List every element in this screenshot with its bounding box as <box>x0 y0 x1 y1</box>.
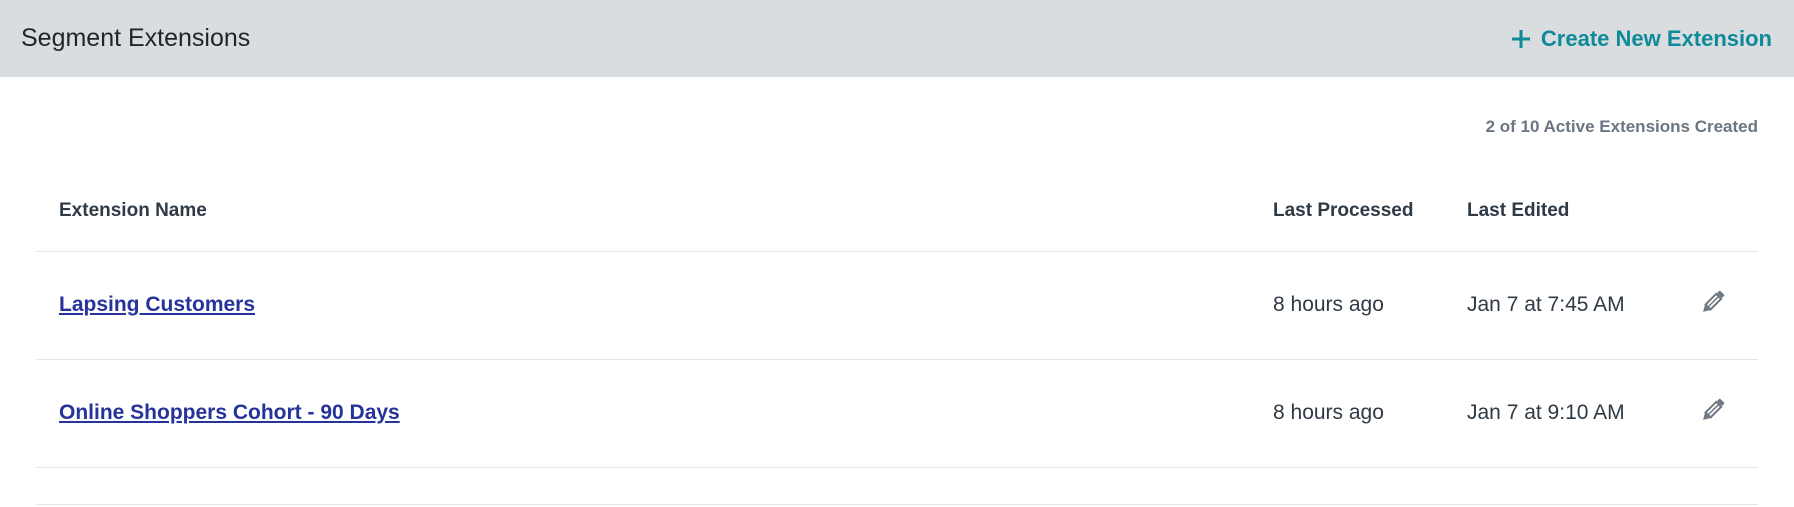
pencil-icon <box>1698 395 1728 431</box>
plus-icon <box>1511 29 1531 49</box>
extensions-panel: 2 of 10 Active Extensions Created Extens… <box>0 77 1794 505</box>
extension-name-cell: Lapsing Customers <box>36 251 1272 360</box>
table-row: Online Shoppers Cohort - 90 Days 8 hours… <box>36 359 1758 468</box>
column-header-last-edited: Last Edited <box>1466 152 1668 252</box>
edit-button[interactable] <box>1669 287 1757 323</box>
divider <box>36 503 1758 505</box>
actions-cell <box>1668 359 1758 468</box>
edit-button[interactable] <box>1669 395 1757 431</box>
table-row: Lapsing Customers 8 hours ago Jan 7 at 7… <box>36 251 1758 360</box>
last-edited-cell: Jan 7 at 9:10 AM <box>1466 359 1668 468</box>
pencil-icon <box>1698 287 1728 323</box>
last-processed-cell: 8 hours ago <box>1272 251 1466 360</box>
create-new-extension-label: Create New Extension <box>1540 25 1772 51</box>
last-edited-cell: Jan 7 at 7:45 AM <box>1466 251 1668 360</box>
column-header-extension-name: Extension Name <box>36 152 1272 252</box>
extension-link[interactable]: Lapsing Customers <box>59 293 255 316</box>
page-title: Segment Extensions <box>21 24 251 52</box>
extensions-table: Extension Name Last Processed Last Edite… <box>36 152 1758 468</box>
extension-count: 2 of 10 Active Extensions Created <box>1485 117 1758 136</box>
create-new-extension-button[interactable]: Create New Extension <box>1511 26 1772 52</box>
table-header-row: Extension Name Last Processed Last Edite… <box>36 152 1758 252</box>
extension-name-cell: Online Shoppers Cohort - 90 Days <box>36 359 1272 468</box>
column-header-actions <box>1668 152 1758 252</box>
actions-cell <box>1668 251 1758 360</box>
page-header: Segment Extensions Create New Extension <box>0 0 1794 77</box>
column-header-last-processed: Last Processed <box>1272 152 1466 252</box>
last-processed-cell: 8 hours ago <box>1272 359 1466 468</box>
extension-link[interactable]: Online Shoppers Cohort - 90 Days <box>59 401 400 424</box>
